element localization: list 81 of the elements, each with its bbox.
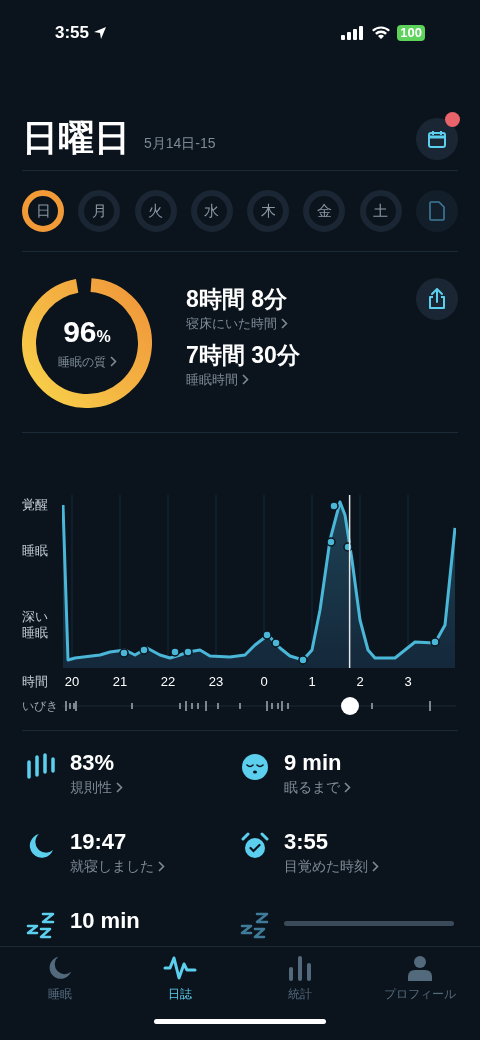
data-point xyxy=(329,501,339,511)
alarm-clock-icon xyxy=(241,832,269,860)
day-button[interactable]: 日 xyxy=(22,190,64,232)
axis-label: 覚醒 xyxy=(22,497,49,513)
calendar-icon xyxy=(427,129,447,149)
stat-link[interactable]: 規則性 xyxy=(70,777,123,798)
zzz-icon xyxy=(240,911,270,941)
moon-icon xyxy=(27,832,55,860)
share-icon xyxy=(427,288,447,310)
data-point xyxy=(262,630,272,640)
moon-icon xyxy=(47,955,73,981)
duration-value: 7時間 30分 xyxy=(186,340,300,370)
hour-label: 2 xyxy=(355,673,365,692)
day-button[interactable]: 火 xyxy=(134,190,177,232)
stat-link[interactable]: 目覚めた時刻 xyxy=(284,856,379,877)
day-button[interactable]: 月 xyxy=(78,190,121,232)
share-button[interactable] xyxy=(416,278,458,320)
location-arrow-icon xyxy=(93,26,108,40)
chevron-icon xyxy=(372,861,379,872)
hour-label: 22 xyxy=(159,673,177,692)
hour-label: 0 xyxy=(259,673,269,692)
duration-value: 8時間 8分 xyxy=(186,285,288,314)
bar-chart-icon xyxy=(287,955,313,981)
battery-indicator: 100 xyxy=(397,25,425,41)
hour-label: 20 xyxy=(63,673,81,692)
snore-label: いびき xyxy=(22,698,59,715)
duration-link[interactable]: 寝床にいた時間 xyxy=(186,314,300,334)
data-point xyxy=(170,647,180,657)
tab-bar-item[interactable]: プロフィール xyxy=(360,955,480,1003)
chevron-icon xyxy=(109,356,117,367)
stat-link[interactable]: 就寝しました xyxy=(70,856,165,877)
chevron-icon xyxy=(344,782,351,793)
status-time: 3:55 xyxy=(55,22,90,45)
document-icon xyxy=(428,201,445,221)
stat-value: 83% xyxy=(70,749,116,777)
stat-link[interactable]: 眠るまで xyxy=(284,777,351,798)
hour-label: 3 xyxy=(403,673,413,692)
tab-bar-item[interactable]: 統計 xyxy=(240,955,360,1003)
chevron-icon xyxy=(281,318,288,330)
data-point xyxy=(343,542,353,552)
hour-label: 21 xyxy=(111,673,129,692)
stat-value: 19:47 xyxy=(70,828,128,856)
chevron-icon xyxy=(158,861,165,872)
tab-bar-item[interactable]: 日誌 xyxy=(120,955,240,1003)
zzz-icon xyxy=(26,911,56,941)
data-point xyxy=(119,648,129,658)
data-point xyxy=(139,645,149,655)
data-point xyxy=(298,655,308,665)
day-button[interactable]: 金 xyxy=(303,190,346,232)
stat-value: 3:55 xyxy=(284,828,330,856)
axis-title: 時間 xyxy=(22,673,48,692)
day-button[interactable]: 水 xyxy=(190,190,233,232)
quality-score: 96% xyxy=(63,315,111,350)
axis-label: 睡眠 xyxy=(22,543,49,559)
data-point xyxy=(326,537,336,547)
date-range: 5月14日-15 xyxy=(144,134,216,153)
scrubber-handle[interactable] xyxy=(340,697,359,715)
wave-icon xyxy=(163,955,197,981)
hour-label: 1 xyxy=(307,673,317,692)
tab-bar-item[interactable]: 睡眠 xyxy=(0,955,120,1003)
quality-link[interactable]: 睡眠の質 xyxy=(57,352,117,371)
axis-label: 深い睡眠 xyxy=(22,609,49,641)
chevron-icon xyxy=(116,782,123,793)
person-icon xyxy=(407,955,433,981)
duration-link[interactable]: 睡眠時間 xyxy=(186,369,300,389)
data-point xyxy=(183,647,193,657)
wifi-icon xyxy=(371,26,392,40)
calendar-button[interactable] xyxy=(416,118,458,160)
signal-icon xyxy=(341,26,366,40)
chevron-icon xyxy=(242,373,249,385)
stat-value: 10 min xyxy=(70,907,140,935)
report-button[interactable] xyxy=(415,190,458,232)
day-title: 日曜日 xyxy=(22,116,130,160)
day-button[interactable]: 土 xyxy=(359,190,402,232)
hour-label: 23 xyxy=(207,673,225,692)
data-point xyxy=(271,638,281,648)
sleeping-face-icon xyxy=(241,753,269,781)
day-button[interactable]: 木 xyxy=(247,190,290,232)
stat-value: 9 min xyxy=(284,749,343,777)
data-point xyxy=(430,637,440,647)
bars-icon xyxy=(26,753,56,779)
